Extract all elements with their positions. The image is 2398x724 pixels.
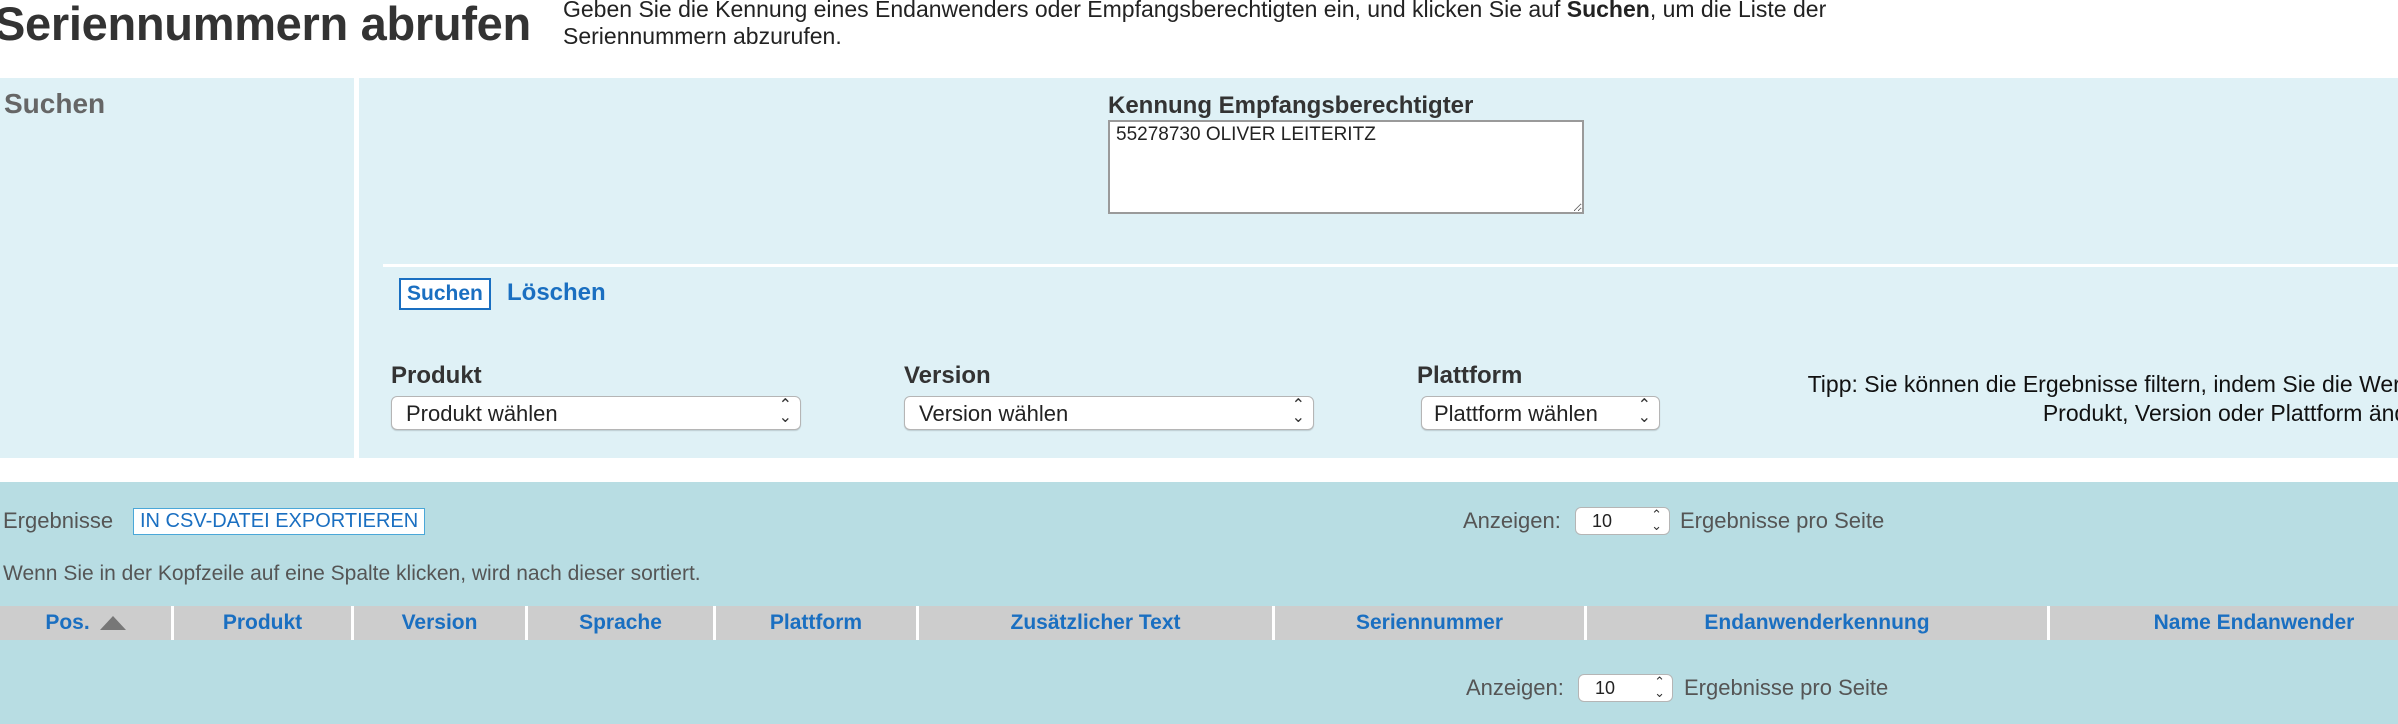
column-header-additional-text[interactable]: Zusätzlicher Text bbox=[916, 606, 1272, 640]
export-csv-button[interactable]: IN CSV-DATEI EXPORTIEREN bbox=[133, 508, 426, 535]
chevron-updown-icon: ⌃ ⌄ bbox=[778, 397, 792, 426]
product-select[interactable]: Produkt wählen ⌃ ⌄ bbox=[391, 396, 801, 430]
filter-tip: Tipp: Sie können die Ergebnisse filtern,… bbox=[1740, 370, 2398, 428]
column-header-platform[interactable]: Plattform bbox=[713, 606, 916, 640]
version-filter-label: Version bbox=[904, 362, 991, 389]
results-panel: Ergebnisse IN CSV-DATEI EXPORTIEREN Anze… bbox=[0, 482, 2398, 724]
platform-select-value: Plattform wählen bbox=[1434, 401, 1598, 426]
product-select-value: Produkt wählen bbox=[406, 401, 558, 426]
results-label: Ergebnisse bbox=[3, 508, 114, 533]
chevron-updown-icon: ⌃ ⌄ bbox=[1637, 397, 1651, 426]
search-sidebar: Suchen bbox=[0, 78, 359, 458]
column-header-pos[interactable]: Pos. bbox=[0, 606, 171, 640]
column-header-product[interactable]: Produkt bbox=[171, 606, 351, 640]
chevron-updown-icon: ⌃ ⌄ bbox=[1651, 507, 1662, 533]
page-size-select-top[interactable]: 10 ⌃ ⌄ bbox=[1575, 507, 1670, 535]
platform-filter-label: Plattform bbox=[1417, 362, 1523, 389]
filter-tip-line1: Tipp: Sie können die Ergebnisse filtern,… bbox=[1807, 371, 2398, 397]
search-button[interactable]: Suchen bbox=[399, 278, 491, 310]
show-label-top: Anzeigen: bbox=[1463, 508, 1561, 533]
show-label-bottom: Anzeigen: bbox=[1466, 675, 1564, 700]
page-size-select-bottom[interactable]: 10 ⌃ ⌄ bbox=[1578, 674, 1673, 702]
per-page-label-bottom: Ergebnisse pro Seite bbox=[1684, 675, 1889, 700]
version-select-value: Version wählen bbox=[919, 401, 1069, 426]
column-header-serial-number[interactable]: Seriennummer bbox=[1272, 606, 1584, 640]
recipient-id-field[interactable]: 55278730 OLIVER LEITERITZ bbox=[1108, 120, 1584, 214]
intro-text-part1: Geben Sie die Kennung eines Endanwenders… bbox=[563, 0, 1567, 22]
platform-select[interactable]: Plattform wählen ⌃ ⌄ bbox=[1421, 396, 1660, 430]
search-heading: Suchen bbox=[4, 88, 106, 119]
search-divider bbox=[383, 264, 2398, 267]
column-header-version[interactable]: Version bbox=[351, 606, 525, 640]
page-size-value: 10 bbox=[1595, 678, 1616, 698]
clear-link[interactable]: Löschen bbox=[507, 279, 606, 307]
chevron-updown-icon: ⌃ ⌄ bbox=[1291, 397, 1305, 426]
chevron-updown-icon: ⌃ ⌄ bbox=[1654, 674, 1665, 700]
version-select[interactable]: Version wählen ⌃ ⌄ bbox=[904, 396, 1314, 430]
recipient-id-label: Kennung Empfangsberechtigter bbox=[1108, 92, 1474, 119]
per-page-label-top: Ergebnisse pro Seite bbox=[1680, 508, 1885, 533]
page-title: Seriennummern abrufen bbox=[0, 0, 531, 50]
intro-text-bold: Suchen bbox=[1566, 0, 1650, 22]
column-header-end-user-id[interactable]: Endanwenderkennung bbox=[1584, 606, 2047, 640]
column-header-language[interactable]: Sprache bbox=[525, 606, 713, 640]
product-filter-label: Produkt bbox=[391, 362, 482, 389]
intro-text: Geben Sie die Kennung eines Endanwenders… bbox=[563, 0, 1963, 50]
sort-hint: Wenn Sie in der Kopfzeile auf eine Spalt… bbox=[3, 562, 701, 585]
filter-tip-line2: Produkt, Version oder Plattform ände bbox=[2042, 400, 2398, 426]
column-header-pos-label: Pos. bbox=[45, 611, 90, 634]
sort-ascending-icon bbox=[99, 616, 126, 631]
search-panel: Suchen Kennung Empfangsberechtigter 5527… bbox=[0, 78, 2398, 458]
page-size-value: 10 bbox=[1592, 511, 1613, 531]
column-header-end-user-name[interactable]: Name Endanwender bbox=[2047, 606, 2398, 640]
results-table-header: Pos. Produkt Version Sprache Plattform Z… bbox=[0, 606, 2398, 640]
